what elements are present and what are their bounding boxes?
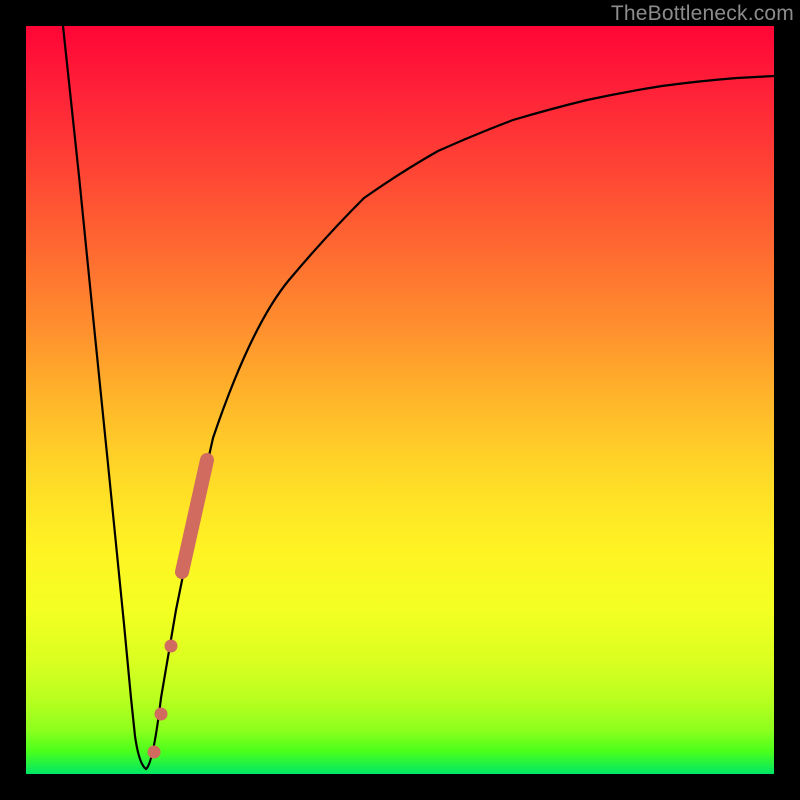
plot-area [26,26,774,774]
bottleneck-curve-svg [26,26,774,774]
marker-dot-1 [165,640,178,653]
bottleneck-curve [63,26,774,769]
thick-segment-marker [182,460,207,572]
chart-frame: TheBottleneck.com [0,0,800,800]
marker-dot-3 [148,746,161,759]
marker-dot-2 [155,708,168,721]
watermark-text: TheBottleneck.com [611,2,794,26]
